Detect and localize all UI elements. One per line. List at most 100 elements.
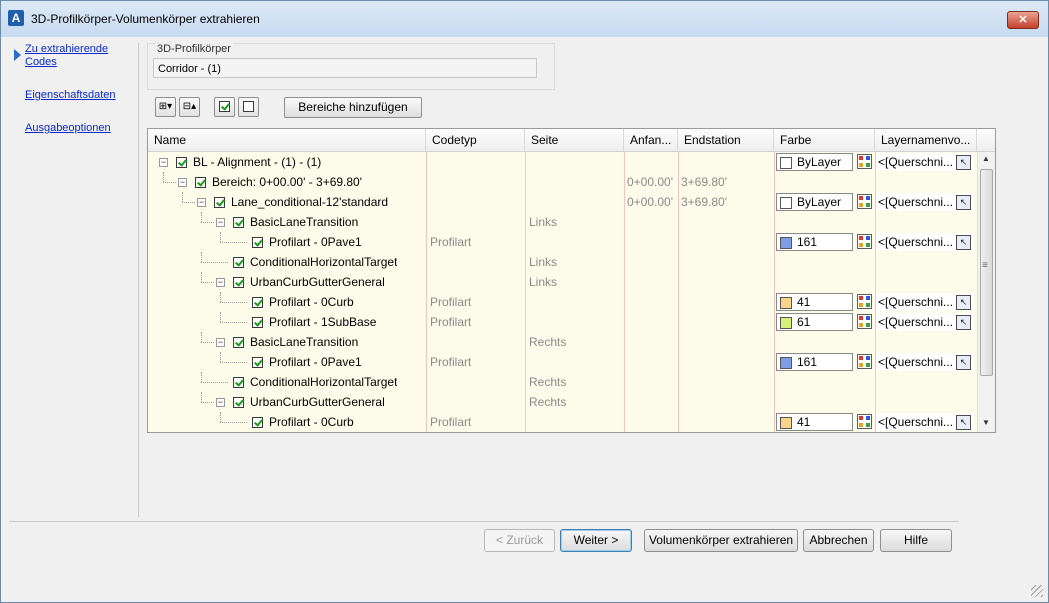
color-field[interactable]: 161	[776, 353, 853, 371]
table-row[interactable]: − UrbanCurbGutterGeneral Links	[148, 272, 977, 292]
tree-collapse-icon[interactable]: −	[216, 398, 225, 407]
row-checkbox[interactable]	[233, 377, 244, 388]
table-row[interactable]: − BL - Alignment - (1) - (1) ByLayer <[Quer…	[148, 152, 977, 172]
header-seite[interactable]: Seite	[525, 129, 624, 151]
table-row[interactable]: Profilart - 0Curb Profilart 41 <[Querschni.…	[148, 412, 977, 432]
row-checkbox[interactable]	[214, 197, 225, 208]
collapse-all-button[interactable]: ⊟▴	[179, 97, 200, 117]
layer-template-button-icon[interactable]: ↖	[956, 235, 971, 250]
tree-collapse-icon[interactable]: −	[197, 198, 206, 207]
layer-name-field[interactable]: <[Querschni... ↖	[876, 413, 974, 431]
tree-collapse-icon[interactable]: −	[178, 178, 187, 187]
tree-collapse-icon[interactable]: −	[216, 278, 225, 287]
cancel-button[interactable]: Abbrechen	[803, 529, 874, 552]
layer-name-field[interactable]: <[Querschni... ↖	[876, 313, 974, 331]
color-field[interactable]: 61	[776, 313, 853, 331]
row-checkbox[interactable]	[176, 157, 187, 168]
tree-line	[201, 212, 202, 222]
row-checkbox[interactable]	[233, 397, 244, 408]
color-picker-icon[interactable]	[857, 194, 872, 209]
color-swatch	[780, 317, 792, 329]
row-checkbox[interactable]	[195, 177, 206, 188]
scroll-up-icon[interactable]: ▲	[982, 154, 990, 163]
color-picker-icon[interactable]	[857, 154, 872, 169]
row-checkbox[interactable]	[233, 277, 244, 288]
table-row[interactable]: − Bereich: 0+00.00' - 3+69.80' 0+00.00' 3+6…	[148, 172, 977, 192]
row-checkbox[interactable]	[252, 297, 263, 308]
color-field[interactable]: 161	[776, 233, 853, 251]
color-field[interactable]: 41	[776, 413, 853, 431]
add-ranges-button[interactable]: Bereiche hinzufügen	[284, 97, 422, 118]
color-field[interactable]: 41	[776, 293, 853, 311]
active-nav-arrow-icon	[14, 49, 21, 61]
table-row[interactable]: Profilart - 0Pave1 Profilart 161 <[Querschn…	[148, 352, 977, 372]
table-row[interactable]: − Lane_conditional-12'standard 0+00.00' 3+6…	[148, 192, 977, 212]
layer-template-button-icon[interactable]: ↖	[956, 295, 971, 310]
expand-all-button[interactable]: ⊞▾	[155, 97, 176, 117]
tree-line	[201, 272, 202, 282]
layer-template-button-icon[interactable]: ↖	[956, 195, 971, 210]
row-checkbox[interactable]	[252, 357, 263, 368]
scroll-down-icon[interactable]: ▼	[982, 418, 990, 427]
layer-template-button-icon[interactable]: ↖	[956, 155, 971, 170]
layer-name-field[interactable]: <[Querschni... ↖	[876, 193, 974, 211]
row-codetyp: Profilart	[430, 315, 472, 329]
layer-name-field[interactable]: <[Querschni... ↖	[876, 233, 974, 251]
table-row[interactable]: − BasicLaneTransition Links	[148, 212, 977, 232]
row-name: Bereich: 0+00.00' - 3+69.80'	[212, 175, 363, 189]
header-layer[interactable]: Layernamenvo...	[875, 129, 977, 151]
row-anfang: 0+00.00'	[627, 195, 674, 209]
header-codetyp[interactable]: Codetyp	[426, 129, 525, 151]
header-farbe[interactable]: Farbe	[774, 129, 875, 151]
tree-collapse-icon[interactable]: −	[159, 158, 168, 167]
color-field[interactable]: ByLayer	[776, 153, 853, 171]
scroll-thumb[interactable]: ≡	[980, 169, 993, 376]
next-button[interactable]: Weiter >	[560, 529, 632, 552]
layer-template-button-icon[interactable]: ↖	[956, 415, 971, 430]
tree-collapse-icon[interactable]: −	[216, 218, 225, 227]
header-endstation[interactable]: Endstation	[678, 129, 774, 151]
check-all-button[interactable]	[214, 97, 235, 117]
color-picker-icon[interactable]	[857, 234, 872, 249]
header-name[interactable]: Name	[148, 129, 426, 151]
header-anfang[interactable]: Anfan...	[624, 129, 678, 151]
table-row[interactable]: Profilart - 0Pave1 Profilart 161 <[Querschn…	[148, 232, 977, 252]
tree-collapse-icon[interactable]: −	[216, 338, 225, 347]
table-row[interactable]: ConditionalHorizontalTarget Links	[148, 252, 977, 272]
row-checkbox[interactable]	[233, 257, 244, 268]
extract-solids-button[interactable]: Volumenkörper extrahieren	[644, 529, 798, 552]
palette-dot	[859, 316, 863, 320]
layer-name-field[interactable]: <[Querschni... ↖	[876, 153, 974, 171]
row-checkbox[interactable]	[252, 237, 263, 248]
layer-template-button-icon[interactable]: ↖	[956, 355, 971, 370]
color-picker-icon[interactable]	[857, 414, 872, 429]
layer-template-button-icon[interactable]: ↖	[956, 315, 971, 330]
tree-line	[220, 312, 221, 322]
row-checkbox[interactable]	[233, 217, 244, 228]
uncheck-all-button[interactable]	[238, 97, 259, 117]
nav-link-output-options[interactable]: Ausgabeoptionen	[25, 122, 111, 135]
color-picker-icon[interactable]	[857, 354, 872, 369]
row-checkbox[interactable]	[233, 337, 244, 348]
resize-grip-icon[interactable]	[1031, 585, 1043, 597]
nav-link-properties[interactable]: Eigenschaftsdaten	[25, 89, 116, 102]
table-row[interactable]: ConditionalHorizontalTarget Rechts	[148, 372, 977, 392]
color-picker-icon[interactable]	[857, 294, 872, 309]
palette-dot	[866, 156, 870, 160]
color-field[interactable]: ByLayer	[776, 193, 853, 211]
back-button[interactable]: < Zurück	[484, 529, 555, 552]
table-row[interactable]: Profilart - 1SubBase Profilart 61 <[Quersch…	[148, 312, 977, 332]
table-row[interactable]: Profilart - 0Curb Profilart 41 <[Querschni.…	[148, 292, 977, 312]
table-row[interactable]: − UrbanCurbGutterGeneral Rechts	[148, 392, 977, 412]
layer-name-field[interactable]: <[Querschni... ↖	[876, 353, 974, 371]
row-checkbox[interactable]	[252, 317, 263, 328]
grid-vertical-scrollbar[interactable]: ▲ ≡ ▼	[977, 152, 995, 432]
row-checkbox[interactable]	[252, 417, 263, 428]
table-row[interactable]: − BasicLaneTransition Rechts	[148, 332, 977, 352]
row-codetyp: Profilart	[430, 235, 472, 249]
close-button[interactable]: ✕	[1007, 11, 1039, 29]
layer-name-field[interactable]: <[Querschni... ↖	[876, 293, 974, 311]
color-picker-icon[interactable]	[857, 314, 872, 329]
help-button[interactable]: Hilfe	[880, 529, 952, 552]
nav-link-codes[interactable]: Zu extrahierende Codes	[25, 43, 108, 69]
